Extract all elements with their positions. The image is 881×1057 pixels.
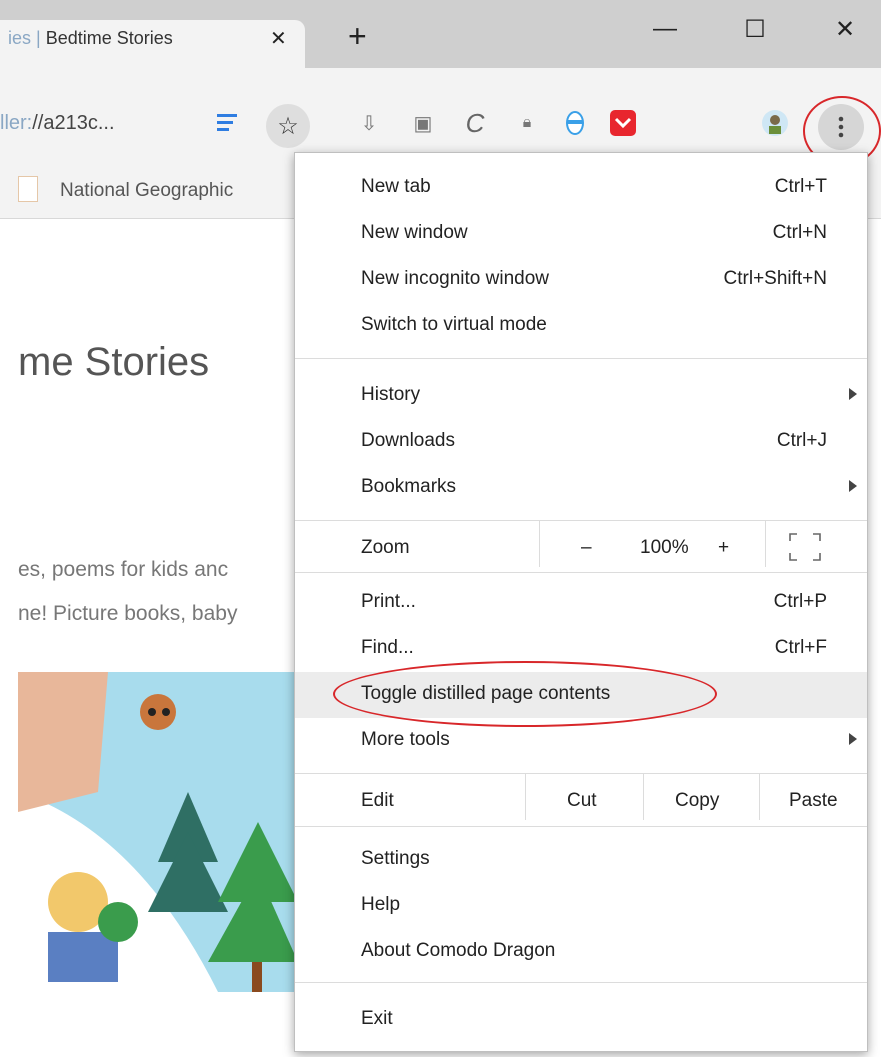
menu-divider-vertical <box>759 774 760 820</box>
copy-button[interactable]: Copy <box>675 790 719 812</box>
tab-title-text: Bedtime Stories <box>45 28 173 48</box>
submenu-arrow-icon <box>849 733 857 745</box>
menu-divider <box>295 826 867 827</box>
paste-button[interactable]: Paste <box>789 790 838 812</box>
browser-main-menu: New tab Ctrl+T New window Ctrl+N New inc… <box>294 152 868 1052</box>
new-tab-button[interactable]: + <box>348 20 367 52</box>
download-extension-icon[interactable]: ⇩ <box>354 108 384 138</box>
cut-button[interactable]: Cut <box>567 790 597 812</box>
minimize-button[interactable]: — <box>630 0 700 58</box>
reader-icon[interactable] <box>214 108 244 138</box>
tab-title: ies | Bedtime Stories <box>8 28 173 49</box>
bookmark-national-geographic[interactable]: National Geographic <box>60 180 233 202</box>
menu-item-shortcut: Ctrl+N <box>772 222 827 243</box>
menu-item-switch-to-virtual-mode[interactable]: Switch to virtual mode <box>295 303 867 349</box>
menu-item-new-window[interactable]: New window Ctrl+N <box>295 211 867 257</box>
menu-divider-vertical <box>765 521 766 567</box>
menu-item-label: Edit <box>361 790 394 811</box>
menu-divider-vertical <box>539 521 540 567</box>
menu-item-more-tools[interactable]: More tools <box>295 718 867 764</box>
menu-item-shortcut: Ctrl+Shift+N <box>723 268 827 289</box>
menu-item-about-comodo-dragon[interactable]: About Comodo Dragon <box>295 929 867 975</box>
menu-divider <box>295 773 867 774</box>
menu-item-exit[interactable]: Exit <box>295 997 867 1043</box>
menu-item-label: New incognito window <box>361 268 549 289</box>
lock-icon[interactable]: 🔒︎ <box>512 108 542 138</box>
page-text-line1: es, poems for kids anc <box>18 558 229 581</box>
page-heading: me Stories <box>18 340 210 384</box>
bookmark-star-icon[interactable]: ☆ <box>266 104 310 148</box>
url-text: //a213c... <box>32 112 115 134</box>
submenu-arrow-icon <box>849 388 857 400</box>
menu-item-label: About Comodo Dragon <box>361 940 556 961</box>
pocket-extension-icon[interactable] <box>608 108 638 138</box>
menu-item-label: Bookmarks <box>361 476 457 497</box>
profile-avatar[interactable] <box>760 108 790 138</box>
menu-item-label: Exit <box>361 1008 393 1029</box>
menu-item-settings[interactable]: Settings <box>295 837 867 883</box>
extension-cube-icon[interactable]: ▣ <box>408 108 438 138</box>
maximize-button[interactable]: ☐ <box>720 0 790 58</box>
menu-item-new-tab[interactable]: New tab Ctrl+T <box>295 165 867 211</box>
address-bar[interactable]: ller://a213c... <box>0 112 115 135</box>
menu-item-label: New tab <box>361 176 431 197</box>
menu-item-label: New window <box>361 222 468 243</box>
menu-item-label: Find... <box>361 637 414 658</box>
menu-divider-vertical <box>643 774 644 820</box>
url-prefix: ller: <box>0 112 33 134</box>
toolbar <box>0 68 881 158</box>
menu-item-label: Help <box>361 894 401 915</box>
close-window-button[interactable]: ✕ <box>810 0 880 58</box>
bookmark-favicon-icon <box>18 176 38 202</box>
shield-extension-icon[interactable] <box>560 108 590 138</box>
fullscreen-icon[interactable] <box>789 533 821 561</box>
menu-divider <box>295 572 867 573</box>
close-tab-icon[interactable]: ✕ <box>270 26 287 51</box>
zoom-level-value: 100% <box>640 537 689 558</box>
tab-title-prefix: ies | <box>8 28 46 48</box>
menu-item-label: Print... <box>361 591 416 612</box>
menu-item-label: Switch to virtual mode <box>361 314 547 335</box>
menu-divider <box>295 520 867 521</box>
menu-item-shortcut: Ctrl+J <box>776 430 827 451</box>
menu-item-help[interactable]: Help <box>295 883 867 929</box>
comodo-extension-icon[interactable]: C <box>460 108 490 138</box>
menu-item-label: Downloads <box>361 430 455 451</box>
submenu-arrow-icon <box>849 480 857 492</box>
zoom-out-button[interactable]: – <box>581 537 592 559</box>
menu-item-downloads[interactable]: Downloads Ctrl+J <box>295 419 867 465</box>
menu-item-shortcut: Ctrl+P <box>773 591 827 612</box>
menu-item-label: Settings <box>361 848 430 869</box>
menu-item-label: History <box>361 384 421 405</box>
menu-divider-vertical <box>525 774 526 820</box>
menu-item-label: More tools <box>361 729 450 750</box>
story-illustration <box>18 672 298 992</box>
menu-item-history[interactable]: History <box>295 373 867 419</box>
menu-item-label: Zoom <box>361 537 410 558</box>
menu-item-new-incognito-window[interactable]: New incognito window Ctrl+Shift+N <box>295 257 867 303</box>
zoom-in-button[interactable]: + <box>718 537 729 559</box>
page-text-line2: ne! Picture books, baby <box>18 602 238 625</box>
menu-item-bookmarks[interactable]: Bookmarks <box>295 465 867 511</box>
menu-divider <box>295 982 867 983</box>
menu-item-shortcut: Ctrl+F <box>774 637 827 658</box>
menu-item-print[interactable]: Print... Ctrl+P <box>295 580 867 626</box>
menu-divider <box>295 358 867 359</box>
menu-item-shortcut: Ctrl+T <box>774 176 827 197</box>
